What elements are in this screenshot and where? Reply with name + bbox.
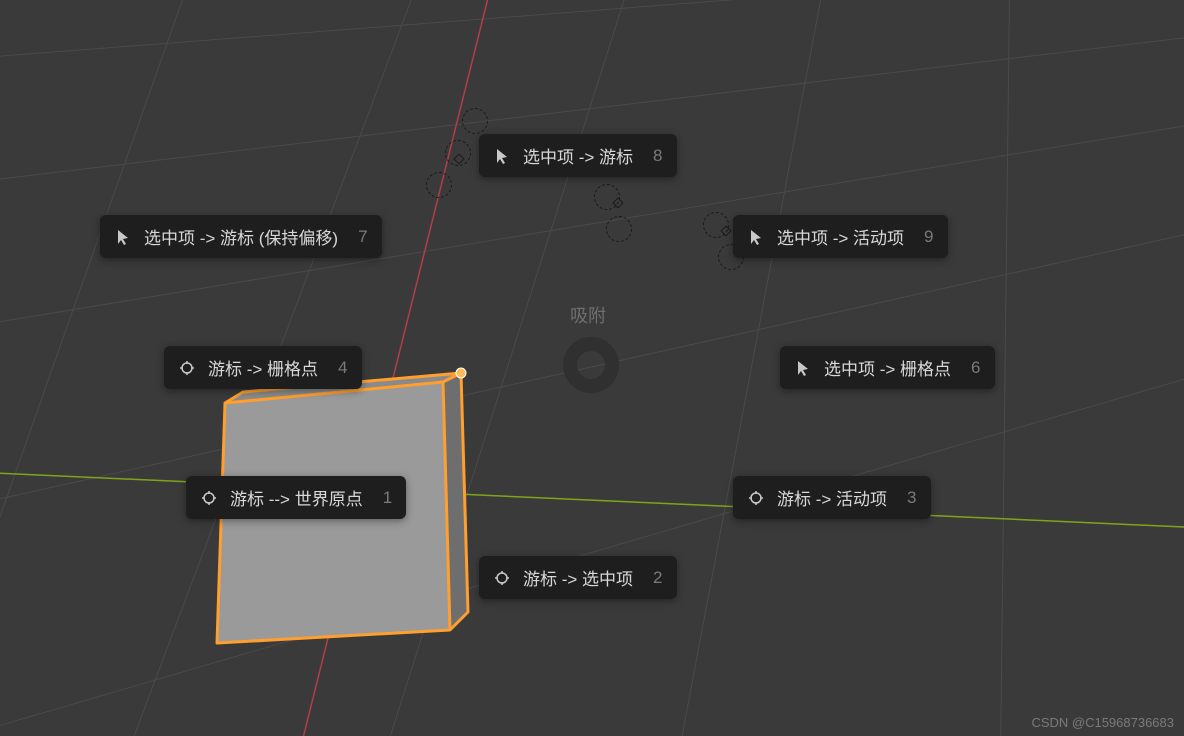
pie-item-key: 9 — [924, 227, 933, 247]
cursor-icon — [747, 489, 765, 507]
pie-item-cursor-to-selected[interactable]: 游标 -> 选中项 2 — [479, 556, 677, 599]
pie-menu-title: 吸附 — [570, 302, 606, 328]
pie-item-key: 4 — [338, 358, 347, 378]
pie-item-label: 游标 -> 栅格点 — [208, 355, 318, 380]
pie-item-label: 选中项 -> 游标 (保持偏移) — [144, 224, 338, 249]
marker-icon — [462, 108, 488, 134]
pie-item-label: 游标 -> 活动项 — [777, 485, 887, 510]
pie-item-key: 6 — [971, 358, 980, 378]
pie-item-key: 8 — [653, 146, 662, 166]
cursor-icon — [200, 489, 218, 507]
pie-center-ring — [563, 337, 619, 393]
cursor-icon — [493, 569, 511, 587]
pointer-icon — [114, 228, 132, 246]
pie-item-key: 2 — [653, 568, 662, 588]
pie-item-cursor-to-active[interactable]: 游标 -> 活动项 3 — [733, 476, 931, 519]
cursor-icon — [178, 359, 196, 377]
pie-item-cursor-to-world-origin[interactable]: 游标 --> 世界原点 1 — [186, 476, 406, 519]
pie-item-selection-to-cursor[interactable]: 选中项 -> 游标 8 — [479, 134, 677, 177]
pie-item-selection-to-grid[interactable]: 选中项 -> 栅格点 6 — [780, 346, 995, 389]
pie-item-key: 3 — [907, 488, 916, 508]
marker-icon — [606, 216, 632, 242]
pie-item-label: 选中项 -> 游标 — [523, 143, 633, 168]
pie-item-label: 游标 --> 世界原点 — [230, 485, 363, 510]
pointer-icon — [747, 228, 765, 246]
pie-item-label: 游标 -> 选中项 — [523, 565, 633, 590]
pie-item-label: 选中项 -> 栅格点 — [824, 355, 951, 380]
pointer-icon — [493, 147, 511, 165]
pie-item-selection-to-active[interactable]: 选中项 -> 活动项 9 — [733, 215, 948, 258]
marker-icon — [426, 172, 452, 198]
viewport-3d[interactable]: 吸附 选中项 -> 游标 8 选中项 -> 游标 (保持偏移) 7 选中项 ->… — [0, 0, 1184, 736]
pie-item-cursor-to-grid[interactable]: 游标 -> 栅格点 4 — [164, 346, 362, 389]
pie-item-selection-to-cursor-offset[interactable]: 选中项 -> 游标 (保持偏移) 7 — [100, 215, 382, 258]
pie-item-key: 7 — [358, 227, 367, 247]
pie-item-key: 1 — [383, 488, 392, 508]
pointer-icon — [794, 359, 812, 377]
watermark: CSDN @C15968736683 — [1031, 715, 1174, 730]
pie-item-label: 选中项 -> 活动项 — [777, 224, 904, 249]
